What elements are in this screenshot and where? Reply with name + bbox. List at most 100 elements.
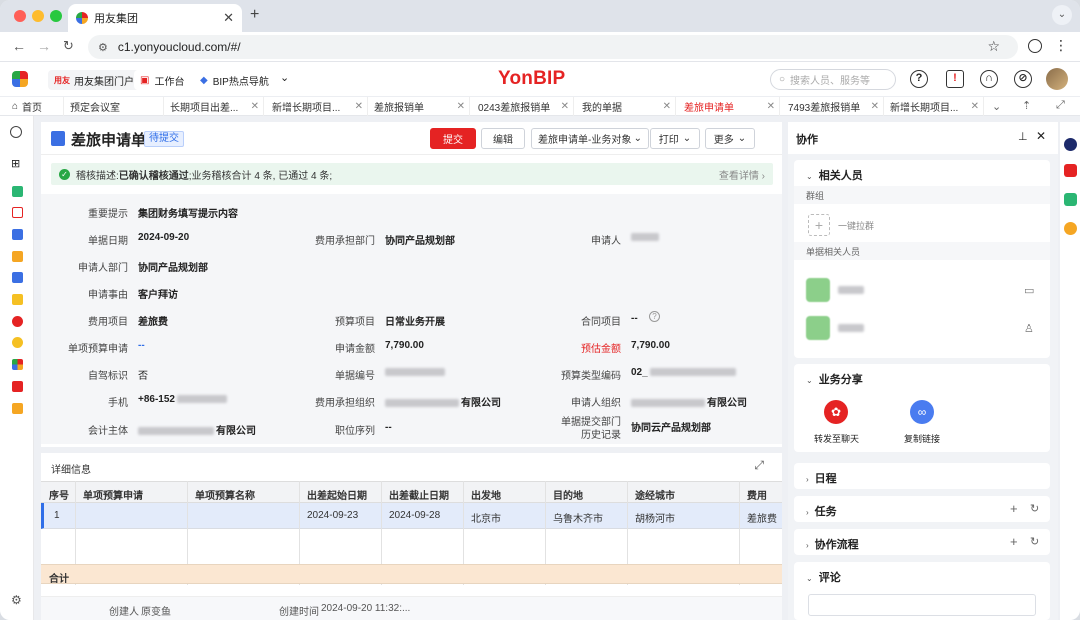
tab-expense-claim-7493[interactable]: 7493差旅报销单 ✕ xyxy=(782,97,884,116)
people-title[interactable]: ⌄ 相关人员 xyxy=(806,167,863,183)
pull-group-label[interactable]: 一键拉群 xyxy=(838,219,874,232)
red-app-icon[interactable] xyxy=(1064,164,1077,177)
comment-title[interactable]: ⌄ 评论 xyxy=(806,569,841,585)
user-avatar[interactable] xyxy=(1046,68,1068,90)
headset-icon[interactable]: ∩ xyxy=(980,70,998,88)
app-icon-8[interactable] xyxy=(12,337,23,348)
settings-icon[interactable]: ⚙ xyxy=(11,593,22,607)
close-icon[interactable]: ✕ xyxy=(767,101,775,112)
site-settings-icon[interactable]: ⚙ xyxy=(98,41,108,54)
app-icon-11[interactable] xyxy=(12,403,23,414)
app-icon-9[interactable] xyxy=(12,359,23,370)
task-card[interactable]: › 任务 + ↻ xyxy=(794,496,1050,522)
close-tab-icon[interactable]: ✕ xyxy=(223,10,234,26)
browser-tab[interactable]: 用友集团 ✕ xyxy=(68,4,242,32)
business-object-select[interactable]: 差旅申请单-业务对象 ⌄ xyxy=(531,128,649,149)
tab-expense-claim[interactable]: 差旅报销单 ✕ xyxy=(368,97,470,116)
global-search-input[interactable]: ○ 搜索人员、服务等 xyxy=(770,69,896,90)
share-chat-label[interactable]: 转发至聊天 xyxy=(814,432,859,445)
tab-my-docs[interactable]: 我的单据 ✕ xyxy=(576,97,676,116)
close-icon[interactable]: ✕ xyxy=(871,101,879,112)
back-icon[interactable]: ← xyxy=(12,38,26,54)
refresh-icon[interactable]: ↻ xyxy=(1030,535,1039,548)
chevron-down-icon[interactable]: ⌄ xyxy=(280,71,289,84)
single-budget-label: 单项预算申请 xyxy=(68,344,128,355)
app-icon-7[interactable] xyxy=(12,316,23,327)
single-budget-value[interactable]: -- xyxy=(138,340,145,351)
avatar[interactable] xyxy=(806,278,830,302)
portal-chip[interactable]: 用友 用友集团门户 xyxy=(48,70,140,90)
select-value: 差旅申请单-业务对象 xyxy=(538,135,632,146)
close-icon[interactable]: ✕ xyxy=(251,101,259,112)
share-chat-icon[interactable]: ✿ xyxy=(824,400,848,424)
app-icon-3[interactable] xyxy=(12,229,23,240)
profile-icon[interactable] xyxy=(1028,39,1042,53)
app-icon-2[interactable] xyxy=(12,207,23,218)
submit-button[interactable]: 提交 xyxy=(430,128,476,149)
close-icon[interactable]: ✕ xyxy=(663,101,671,112)
hot-nav-chip[interactable]: ◆ BIP热点导航 xyxy=(194,70,275,90)
new-tab-button[interactable]: + xyxy=(250,6,259,24)
close-icon[interactable]: ✕ xyxy=(971,101,979,112)
tab-search-button[interactable]: ⌄ xyxy=(1052,5,1072,25)
tab-new-long-term[interactable]: 新增长期项目... ✕ xyxy=(266,97,368,116)
fullscreen-icon[interactable]: ⤢ xyxy=(1056,99,1065,112)
app-icon-5[interactable] xyxy=(12,272,23,283)
green-app-icon[interactable] xyxy=(1064,193,1077,206)
maximize-window-button[interactable] xyxy=(50,10,62,22)
tab-home[interactable]: ⌂ 首页 xyxy=(6,97,64,116)
print-button[interactable]: 打印 ⌄ xyxy=(650,128,700,149)
comment-input[interactable] xyxy=(808,594,1036,616)
chat-icon[interactable]: ▭ xyxy=(1024,284,1034,297)
close-icon[interactable]: ✕ xyxy=(355,101,363,112)
app-icon-6[interactable] xyxy=(12,294,23,305)
browser-menu-icon[interactable]: ⋮ xyxy=(1054,37,1068,54)
url-field[interactable]: ⚙ c1.yonyoucloud.com/#/ xyxy=(88,35,1018,59)
edit-button[interactable]: 编辑 xyxy=(481,128,525,149)
reload-icon[interactable]: ↻ xyxy=(63,38,74,54)
close-window-button[interactable] xyxy=(14,10,26,22)
add-task-icon[interactable]: + xyxy=(1010,501,1018,516)
tab-expense-claim-0243[interactable]: 0243差旅报销单 ✕ xyxy=(472,97,574,116)
avatar[interactable] xyxy=(806,316,830,340)
app-grid-icon[interactable] xyxy=(12,71,28,87)
app-icon-10[interactable] xyxy=(12,381,23,392)
close-icon[interactable]: ✕ xyxy=(561,101,569,112)
message-icon[interactable]: ! xyxy=(946,70,964,88)
close-icon[interactable]: ✕ xyxy=(457,101,465,112)
workbench-chip[interactable]: ▣ 工作台 xyxy=(134,70,191,90)
app-icon-4[interactable] xyxy=(12,251,23,262)
minimize-window-button[interactable] xyxy=(32,10,44,22)
add-flow-icon[interactable]: + xyxy=(1010,534,1018,549)
copy-link-label[interactable]: 复制链接 xyxy=(904,432,940,445)
link-icon[interactable]: ∞ xyxy=(910,400,934,424)
more-button[interactable]: 更多 ⌄ xyxy=(705,128,755,149)
add-group-icon[interactable]: + xyxy=(808,214,830,236)
tab-long-term-trip[interactable]: 长期项目出差... ✕ xyxy=(164,97,264,116)
share-title[interactable]: ⌄ 业务分享 xyxy=(806,371,863,387)
bookmark-star-icon[interactable]: ☆ xyxy=(987,38,1000,55)
tab-travel-request[interactable]: 差旅申请单 ✕ xyxy=(678,97,780,116)
help-icon[interactable]: ? xyxy=(910,70,928,88)
help-icon[interactable] xyxy=(1064,222,1077,235)
compass-icon[interactable]: ⊘ xyxy=(1014,70,1032,88)
search-icon[interactable] xyxy=(10,126,22,138)
person-icon[interactable]: ♙ xyxy=(1024,322,1034,335)
app-icon-1[interactable] xyxy=(12,186,23,197)
view-details-link[interactable]: 查看详情 › xyxy=(719,167,765,182)
tabs-dropdown-icon[interactable]: ⌄ xyxy=(992,100,1001,113)
close-icon[interactable]: ✕ xyxy=(1036,129,1046,143)
add-folder-icon[interactable]: ⊞ xyxy=(11,157,20,170)
expand-icon[interactable]: ⤢ xyxy=(754,458,764,473)
refresh-icon[interactable]: ↻ xyxy=(1030,502,1039,515)
forward-icon[interactable]: → xyxy=(37,38,51,54)
tab-new-long-term-2[interactable]: 新增长期项目... ✕ xyxy=(884,97,984,116)
pin-icon[interactable]: ⊥ xyxy=(1018,130,1028,143)
tab-meeting-room[interactable]: 预定会议室 xyxy=(64,97,164,116)
bot-icon[interactable] xyxy=(1064,138,1077,151)
pin-up-icon[interactable]: ⇡ xyxy=(1022,99,1031,112)
help-circle-icon[interactable]: ? xyxy=(649,311,660,322)
table-row[interactable]: 1 2024-09-23 2024-09-28 北京市 乌鲁木齐市 胡杨河市 差… xyxy=(41,503,782,529)
schedule-card[interactable]: › 日程 xyxy=(794,463,1050,489)
flow-card[interactable]: › 协作流程 + ↻ xyxy=(794,529,1050,555)
